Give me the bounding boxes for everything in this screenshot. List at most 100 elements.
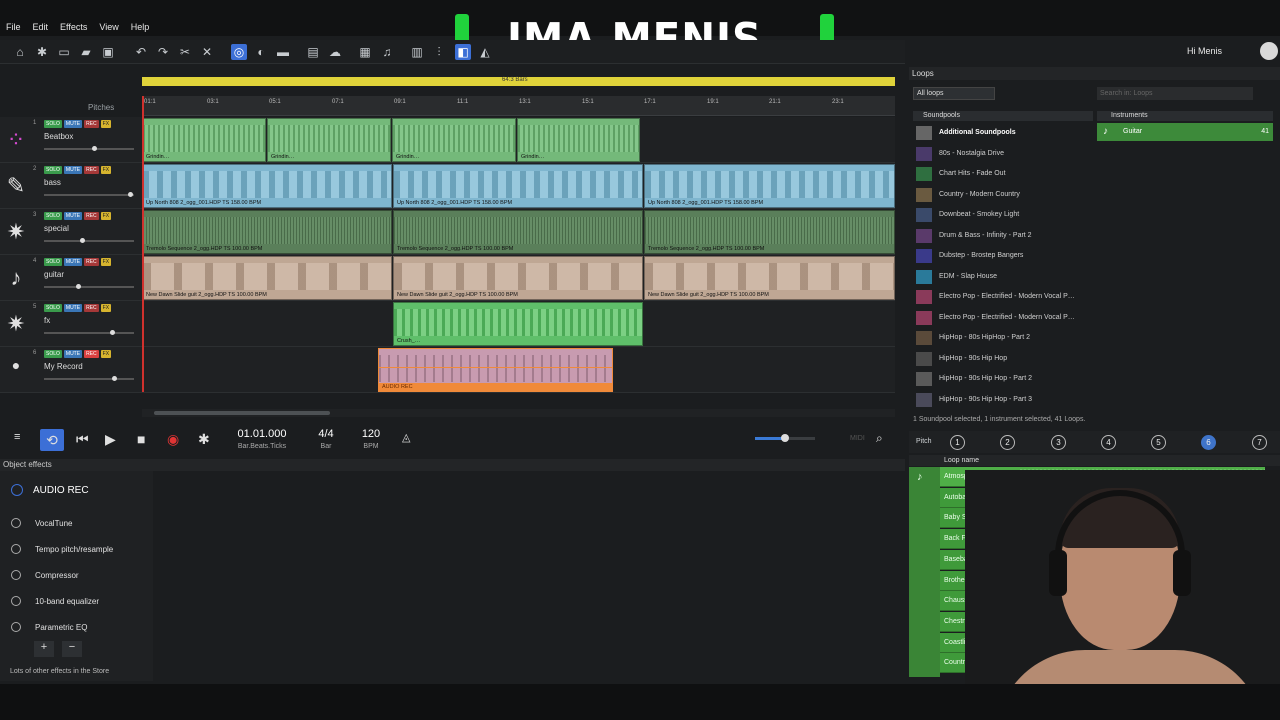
range-bar[interactable]: 64:3 Bars: [142, 77, 895, 86]
chart-icon[interactable]: ◭: [477, 44, 493, 60]
mouse-mode-icon[interactable]: ◎: [231, 44, 247, 60]
home-icon[interactable]: ⌂: [12, 44, 28, 60]
remove-effect-button[interactable]: −: [62, 641, 82, 657]
soundpool-item[interactable]: HipHop - 90s Hip Hop - Part 2: [913, 369, 1091, 389]
music-note-icon[interactable]: ♫: [379, 44, 395, 60]
mute-button[interactable]: MUTE: [63, 304, 83, 312]
clip[interactable]: Tremolo Sequence 2_ogg.HDP TS 100.00 BPM: [142, 210, 392, 254]
avatar[interactable]: [1260, 42, 1278, 60]
cut-icon[interactable]: ✂: [177, 44, 193, 60]
effect-tempo-pitch[interactable]: Tempo pitch/resample: [0, 538, 150, 562]
lane-bass[interactable]: Up North 808 2_ogg_001.HDP TS 158.00 BPM…: [142, 163, 895, 209]
menu-file[interactable]: File: [6, 22, 21, 32]
record-icon[interactable]: ◉: [167, 431, 179, 448]
mute-button[interactable]: MUTE: [63, 258, 83, 266]
lock-icon[interactable]: ▤: [305, 44, 321, 60]
effect-compressor[interactable]: Compressor: [0, 564, 150, 588]
add-effect-button[interactable]: +: [34, 641, 54, 657]
fx-button[interactable]: FX: [100, 166, 112, 174]
solo-button[interactable]: SOLO: [44, 350, 62, 358]
fx-button[interactable]: FX: [100, 212, 112, 220]
clip[interactable]: Tremolo Sequence 2_ogg.HDP TS 100.00 BPM: [644, 210, 895, 254]
track-name[interactable]: fx: [44, 316, 50, 325]
effect-vocaltune[interactable]: VocalTune: [0, 512, 150, 536]
pitch-4[interactable]: 4: [1101, 435, 1116, 450]
metronome-icon[interactable]: ◬: [402, 431, 410, 444]
keyboard-icon[interactable]: ▥: [409, 44, 425, 60]
clip[interactable]: Crush_…: [393, 302, 643, 346]
new-file-icon[interactable]: ▭: [56, 44, 72, 60]
time-signature[interactable]: 4/4: [311, 428, 341, 440]
track-header-special[interactable]: ✷ 3 SOLO MUTE REC FX special: [0, 209, 142, 255]
lane-special[interactable]: Tremolo Sequence 2_ogg.HDP TS 100.00 BPM…: [142, 209, 895, 255]
grid-icon[interactable]: ▦: [357, 44, 373, 60]
fx-button[interactable]: FX: [100, 304, 112, 312]
solo-button[interactable]: SOLO: [44, 120, 62, 128]
track-header-my-record[interactable]: ● 6 SOLO MUTE REC FX My Record: [0, 347, 142, 393]
solo-button[interactable]: SOLO: [44, 258, 62, 266]
lane-beatbox[interactable]: Grindin… Grindin… Grindin… Grindin…: [142, 117, 895, 163]
rewind-icon[interactable]: ⏮: [76, 431, 89, 448]
clip[interactable]: Tremolo Sequence 2_ogg.HDP TS 100.00 BPM: [393, 210, 643, 254]
pitch-3[interactable]: 3: [1051, 435, 1066, 450]
pitch-6[interactable]: 6: [1201, 435, 1216, 450]
store-link[interactable]: Lots of other effects in the Store: [10, 668, 109, 675]
user-greeting[interactable]: Hi Menis: [1187, 46, 1222, 56]
soundpool-item[interactable]: HipHop - 80s HipHop - Part 2: [913, 328, 1091, 348]
power-icon[interactable]: [11, 596, 21, 606]
power-icon[interactable]: [11, 484, 23, 496]
pitch-7[interactable]: 7: [1252, 435, 1267, 450]
fx-button[interactable]: FX: [100, 258, 112, 266]
gear-icon[interactable]: ✱: [198, 431, 210, 448]
power-icon[interactable]: [11, 544, 21, 554]
pitch-2[interactable]: 2: [1000, 435, 1015, 450]
instrument-guitar[interactable]: ♪ Guitar 41: [1097, 123, 1273, 141]
slider-knob[interactable]: [112, 376, 117, 381]
rec-button[interactable]: REC: [84, 304, 99, 312]
soundpool-item[interactable]: HipHop - 90s Hip Hop - Part 3: [913, 390, 1091, 410]
power-icon[interactable]: [11, 622, 21, 632]
scroll-thumb[interactable]: [154, 411, 330, 415]
solo-button[interactable]: SOLO: [44, 304, 62, 312]
loop-mode-icon[interactable]: ◐: [253, 44, 269, 60]
audio-rec-clip[interactable]: AUDIO REC: [378, 348, 613, 392]
undo-icon[interactable]: ↶: [133, 44, 149, 60]
track-name[interactable]: bass: [44, 178, 61, 187]
slider-knob[interactable]: [110, 330, 115, 335]
position-display[interactable]: 01.01.000: [232, 428, 292, 440]
cloud-upload-icon[interactable]: ☁: [327, 44, 343, 60]
soundpool-item[interactable]: Additional Soundpools: [913, 123, 1091, 143]
volume-knob[interactable]: [781, 434, 789, 442]
volume-slider[interactable]: [44, 192, 134, 197]
slider-knob[interactable]: [92, 146, 97, 151]
solo-button[interactable]: SOLO: [44, 166, 62, 174]
lane-my-record[interactable]: AUDIO REC: [142, 347, 895, 393]
track-name[interactable]: My Record: [44, 362, 83, 371]
redo-icon[interactable]: ↷: [155, 44, 171, 60]
loops-search-input[interactable]: Search in: Loops: [1097, 87, 1253, 100]
mute-button[interactable]: MUTE: [63, 166, 83, 174]
clip[interactable]: New Dawn Slide guit 2_ogg.HDP TS 100.00 …: [644, 256, 895, 300]
rec-button[interactable]: REC: [84, 166, 99, 174]
soundpool-item[interactable]: Electro Pop - Electrified - Modern Vocal…: [913, 308, 1091, 328]
volume-slider[interactable]: [44, 330, 134, 335]
settings-icon[interactable]: ✱: [34, 44, 50, 60]
mute-button[interactable]: MUTE: [63, 350, 83, 358]
play-icon[interactable]: ▶: [105, 431, 116, 448]
soundpool-item[interactable]: Country - Modern Country: [913, 185, 1091, 205]
rec-button[interactable]: REC: [84, 258, 99, 266]
soundpool-item[interactable]: Drum & Bass - Infinity - Part 2: [913, 226, 1091, 246]
rec-button[interactable]: REC: [84, 120, 99, 128]
folder-icon[interactable]: ▬: [275, 44, 291, 60]
soundpool-item[interactable]: 80s - Nostalgia Drive: [913, 144, 1091, 164]
rec-button[interactable]: REC: [84, 212, 99, 220]
delete-icon[interactable]: ✕: [199, 44, 215, 60]
rec-armed-button[interactable]: REC: [84, 350, 99, 358]
track-name[interactable]: Beatbox: [44, 132, 73, 141]
mute-button[interactable]: MUTE: [63, 120, 83, 128]
soundpool-item[interactable]: Chart Hits - Fade Out: [913, 164, 1091, 184]
clip[interactable]: New Dawn Slide guit 2_ogg.HDP TS 100.00 …: [142, 256, 392, 300]
menu-view[interactable]: View: [99, 22, 118, 32]
volume-slider[interactable]: [44, 376, 134, 381]
timeline-ruler[interactable]: 01:1 03:1 05:1 07:1 09:1 11:1 13:1 15:1 …: [142, 96, 895, 116]
